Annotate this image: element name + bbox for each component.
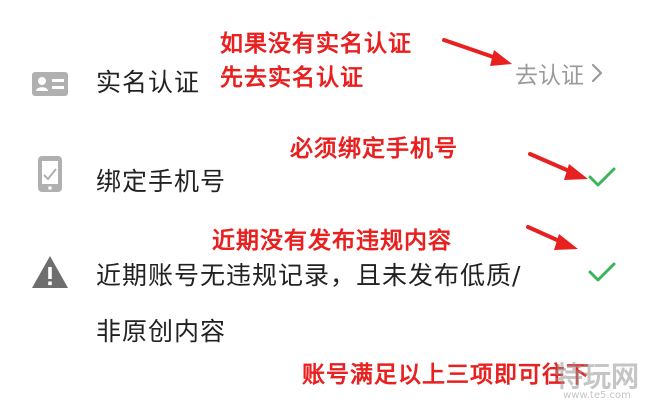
- annotation-note-2: 必须绑定手机号: [290, 136, 458, 162]
- row-no-violation-label-line1: 近期账号无违规记录，且未发布低质/: [96, 261, 522, 290]
- check-icon: [588, 262, 616, 282]
- row-real-name-label: 实名认证: [96, 68, 201, 97]
- annotation-note-3: 近期没有发布违规内容: [212, 228, 452, 254]
- chevron-right-icon: [591, 63, 603, 83]
- go-verify-label: 去认证: [515, 63, 584, 89]
- annotation-note-4-text: 账号满足以上三项即可: [302, 362, 542, 388]
- annotation-note-1-line2: 先去实名认证: [220, 65, 364, 91]
- row-no-violation-label-line2: 非原创内容: [96, 317, 227, 346]
- phone-icon: [38, 156, 62, 192]
- annotation-arrow-2: [528, 152, 588, 180]
- watermark-logo: 特玩网 www.te5.com: [547, 363, 647, 403]
- watermark-url: www.te5.com: [563, 390, 631, 401]
- warning-icon: [32, 256, 68, 288]
- id-card-icon: [32, 72, 68, 96]
- go-verify-link[interactable]: 去认证: [515, 56, 604, 90]
- annotation-note-1-line1: 如果没有实名认证: [220, 31, 412, 57]
- annotation-arrow-3: [526, 225, 578, 250]
- annotation-arrow-1: [442, 38, 512, 66]
- watermark-text: 特玩网: [554, 360, 639, 393]
- row-bind-phone-label: 绑定手机号: [96, 167, 227, 196]
